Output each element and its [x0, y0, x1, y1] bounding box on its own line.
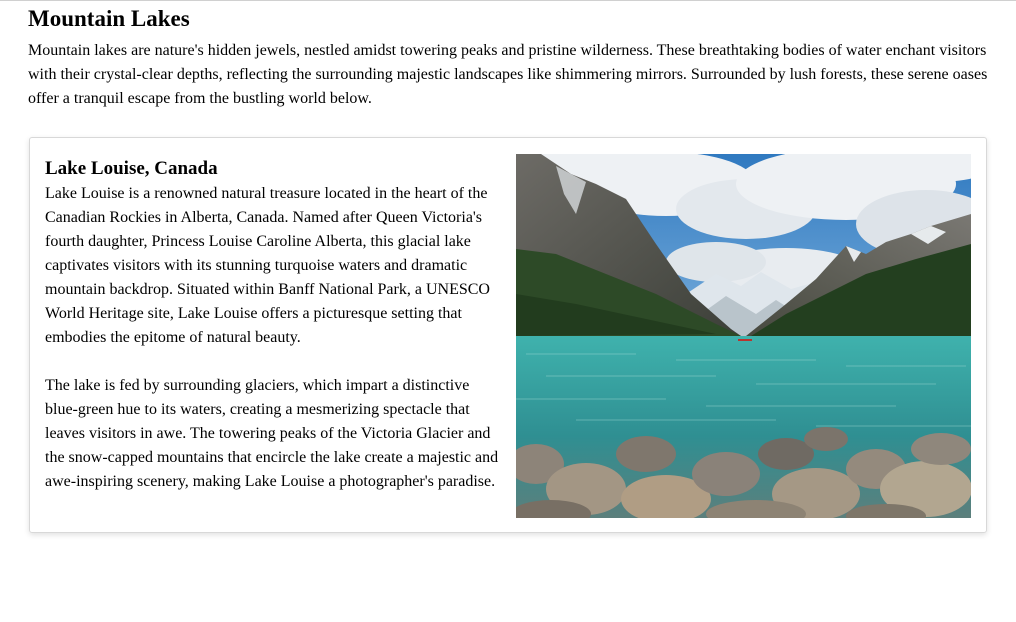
lake-card-paragraph-1: Lake Louise is a renowned natural treasu… [45, 185, 490, 346]
lake-card-paragraph-2: The lake is fed by surrounding glaciers,… [45, 377, 499, 490]
page: Mountain Lakes Mountain lakes are nature… [0, 5, 1016, 533]
intro-paragraph: Mountain lakes are nature's hidden jewel… [28, 42, 988, 107]
lake-card-text: Lake Louise, Canada Lake Louise is a ren… [45, 154, 501, 516]
canoe [738, 339, 752, 341]
lake-card-heading: Lake Louise, Canada [45, 158, 218, 179]
page-title: Mountain Lakes [28, 6, 190, 31]
lake-card: Lake Louise, Canada Lake Louise is a ren… [29, 137, 987, 533]
lake-louise-photo [516, 154, 971, 518]
